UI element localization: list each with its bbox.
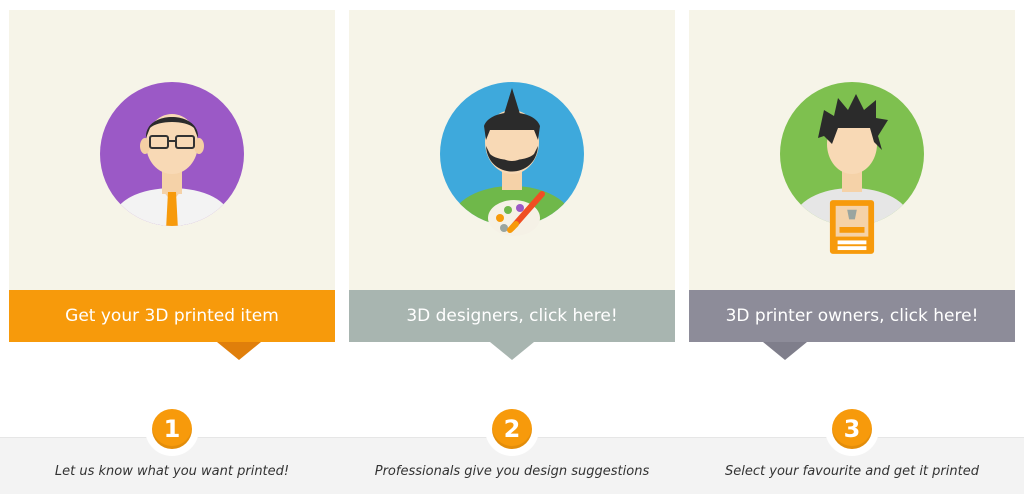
palette-brush-icon bbox=[488, 191, 545, 236]
printer-owners-button[interactable]: 3D printer owners, click here! bbox=[689, 290, 1015, 342]
banner-pointer bbox=[217, 342, 261, 360]
step-caption: Select your favourite and get it printed bbox=[725, 464, 979, 479]
step-1: 1 Let us know what you want printed! bbox=[9, 402, 335, 493]
step-3: 3 Select your favourite and get it print… bbox=[689, 402, 1015, 493]
customer-card: Get your 3D printed item bbox=[9, 10, 335, 360]
banner-pointer bbox=[763, 342, 807, 360]
step-number-badge: 1 bbox=[145, 402, 199, 456]
printer-owners-card: 3D printer owners, click here! bbox=[689, 10, 1015, 360]
3d-printer-icon bbox=[829, 200, 875, 254]
step-number: 2 bbox=[492, 409, 532, 449]
step-2: 2 Professionals give you design suggesti… bbox=[349, 402, 675, 493]
designers-button[interactable]: 3D designers, click here! bbox=[349, 290, 675, 342]
step-number: 3 bbox=[832, 409, 872, 449]
designers-card: 3D designers, click here! bbox=[349, 10, 675, 360]
step-number-badge: 2 bbox=[485, 402, 539, 456]
get-printed-button[interactable]: Get your 3D printed item bbox=[9, 290, 335, 342]
banner-pointer bbox=[490, 342, 534, 360]
printer-owners-label: 3D printer owners, click here! bbox=[725, 306, 979, 326]
step-caption: Professionals give you design suggestion… bbox=[374, 464, 650, 479]
designers-label: 3D designers, click here! bbox=[406, 306, 618, 326]
get-printed-label: Get your 3D printed item bbox=[65, 306, 279, 326]
step-number: 1 bbox=[152, 409, 192, 449]
customer-avatar-icon bbox=[100, 82, 244, 226]
step-caption: Let us know what you want printed! bbox=[54, 464, 290, 479]
step-number-badge: 3 bbox=[825, 402, 879, 456]
